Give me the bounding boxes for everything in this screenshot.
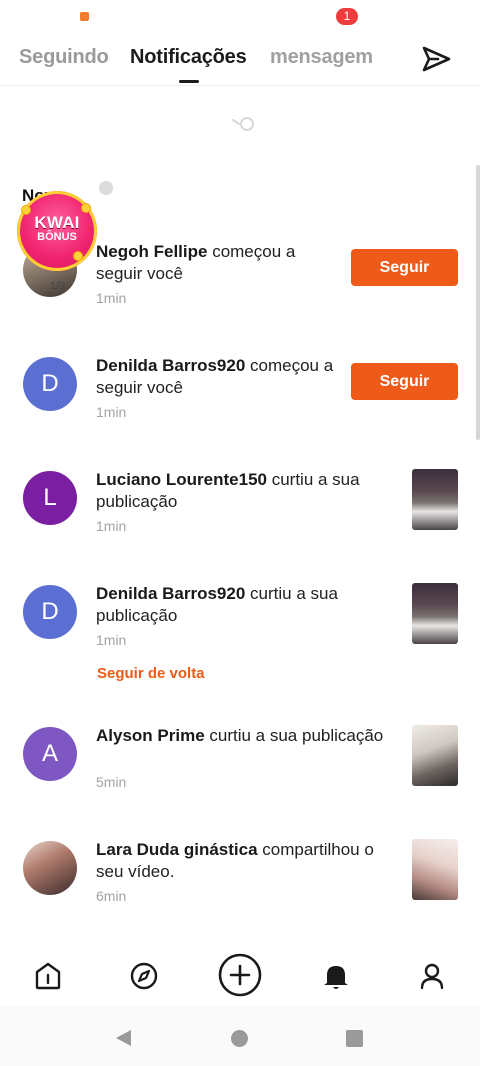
notification-time: 1min [96, 404, 127, 420]
notification-time: 6min [96, 888, 127, 904]
notification-time: 1min [96, 632, 127, 648]
coin-icon [81, 203, 91, 213]
follow-button[interactable]: Seguir [351, 363, 458, 400]
avatar[interactable]: D [23, 585, 77, 639]
post-thumbnail[interactable] [412, 725, 458, 786]
username[interactable]: Alyson Prime [96, 726, 205, 745]
username[interactable]: Lara Duda ginástica [96, 840, 258, 859]
bottom-nav [0, 946, 480, 1006]
notification-text: Denilda Barros920 começou a seguir você [96, 355, 346, 399]
create-icon[interactable] [216, 951, 264, 999]
pull-refresh-icon [232, 117, 254, 131]
profile-icon[interactable] [412, 956, 452, 996]
app-notification-icon [80, 12, 89, 21]
avatar[interactable]: A [23, 727, 77, 781]
notification-time: 1min [96, 518, 127, 534]
bonus-title: KWAI [34, 213, 80, 232]
kwai-bonus-badge[interactable]: KWAI BÔNUS [17, 191, 97, 271]
system-navigation-bar [0, 1006, 480, 1066]
avatar[interactable] [23, 841, 77, 895]
explore-icon[interactable] [124, 956, 164, 996]
back-icon[interactable] [114, 1028, 134, 1048]
follow-button[interactable]: Seguir [351, 249, 458, 286]
section-indicator-dot [99, 181, 113, 195]
notification-text: Denilda Barros920 curtiu a sua publicaçã… [96, 583, 386, 627]
tab-notifications[interactable]: Notificações [130, 46, 247, 69]
recents-icon[interactable] [346, 1030, 363, 1047]
top-tabs: Seguindo Notificações mensagem [0, 40, 480, 86]
avatar[interactable]: L [23, 471, 77, 525]
username[interactable]: Negoh Fellipe [96, 242, 207, 261]
notification-text: Luciano Lourente150 curtiu a sua publica… [96, 469, 386, 513]
notification-item[interactable]: A Alyson Prime curtiu a sua publicação 5… [0, 725, 480, 841]
notification-item[interactable]: L Luciano Lourente150 curtiu a sua publi… [0, 469, 480, 585]
send-icon[interactable] [420, 44, 452, 74]
post-thumbnail[interactable] [412, 583, 458, 644]
tab-messages[interactable]: mensagem [270, 46, 373, 69]
notification-text: Negoh Fellipe começou a seguir você [96, 241, 346, 285]
notification-item[interactable]: Lara Duda ginástica compartilhou o seu v… [0, 839, 480, 955]
notification-count-badge: 1 [336, 8, 358, 25]
notification-text: Alyson Prime curtiu a sua publicação [96, 725, 386, 747]
username[interactable]: Denilda Barros920 [96, 584, 245, 603]
notification-text: Lara Duda ginástica compartilhou o seu v… [96, 839, 386, 883]
avatar[interactable]: D [23, 357, 77, 411]
home-icon[interactable] [28, 956, 68, 996]
notification-time: 1min [96, 290, 127, 306]
bell-icon[interactable] [316, 956, 356, 996]
notification-item[interactable]: D Denilda Barros920 começou a seguir voc… [0, 355, 480, 471]
tab-following[interactable]: Seguindo [19, 46, 109, 69]
bonus-subtitle: BÔNUS [37, 231, 77, 243]
notification-action: curtiu a sua publicação [204, 726, 384, 745]
bonus-progress-counter: 1/9 [50, 280, 66, 292]
follow-back-link[interactable]: Seguir de volta [97, 665, 205, 682]
active-tab-indicator [179, 80, 199, 83]
home-circle-icon[interactable] [231, 1030, 248, 1047]
username[interactable]: Denilda Barros920 [96, 356, 245, 375]
post-thumbnail[interactable] [412, 469, 458, 530]
post-thumbnail[interactable] [412, 839, 458, 900]
coin-icon [73, 251, 83, 261]
notification-item[interactable]: D Denilda Barros920 curtiu a sua publica… [0, 583, 480, 699]
notification-time: 5min [96, 774, 127, 790]
username[interactable]: Luciano Lourente150 [96, 470, 267, 489]
status-bar: 1 [0, 0, 480, 34]
